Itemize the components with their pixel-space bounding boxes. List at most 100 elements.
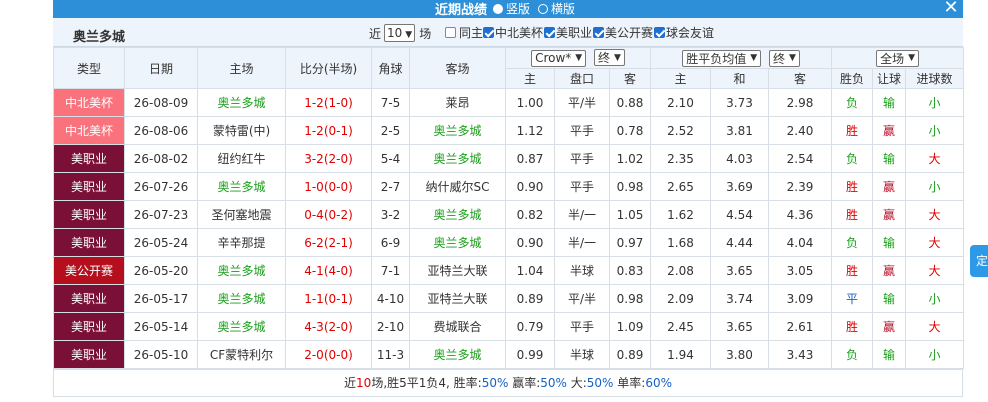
cell-o-away: 2.40 [768, 116, 833, 145]
checkbox-icon[interactable] [593, 27, 604, 38]
cell-type: 美职业 [53, 200, 125, 229]
cell-home[interactable]: 蒙特雷(中) [197, 116, 286, 145]
cell-result: 负 [831, 88, 874, 117]
cell-cover: 输 [872, 88, 907, 117]
chevron-down-icon: ▼ [405, 30, 413, 40]
cell-away[interactable]: 费城联合 [409, 312, 506, 341]
checkbox-league-zhongbei[interactable]: 中北美杯 [483, 24, 543, 41]
table-row[interactable]: 美职业 26-05-24 辛辛那提 6-2(2-1) 6-9 奥兰多城 0.90 半/一 0.9… [53, 228, 965, 257]
col-corner: 角球 [371, 47, 410, 89]
odds-type-select[interactable]: 胜平负均值 ▼ [682, 49, 762, 67]
checkbox-league-meigong[interactable]: 美公开赛 [593, 24, 653, 41]
col-type: 类型 [53, 47, 125, 89]
table-row[interactable]: 美职业 26-05-10 CF蒙特利尔 2-0(0-0) 11-3 奥兰多城 0.99 半球 0… [53, 340, 965, 369]
table-row[interactable]: 美职业 26-08-02 纽约红牛 3-2(2-0) 5-4 奥兰多城 0.87 平手 1.02… [53, 144, 965, 173]
col-h-line: 盘口 [554, 68, 610, 89]
summary-text: 大: [566, 376, 587, 390]
radio-icon[interactable] [493, 3, 503, 14]
checkbox-same-host[interactable]: 同主 [445, 24, 483, 41]
cell-date: 26-08-09 [124, 88, 198, 117]
chevron-down-icon: ▼ [575, 53, 583, 64]
cell-o-away: 4.04 [768, 228, 833, 257]
summary-odd-rate: 60% [645, 376, 672, 390]
cell-o-away: 3.43 [768, 340, 833, 369]
cell-home[interactable]: 奥兰多城 [197, 256, 286, 285]
table-row[interactable]: 美公开赛 26-05-20 奥兰多城 4-1(4-0) 7-1 亚特兰大联 1.04 半球 0.… [53, 256, 965, 285]
cell-corner: 3-2 [371, 200, 410, 229]
cell-o-home: 2.10 [650, 88, 712, 117]
cell-away[interactable]: 亚特兰大联 [409, 256, 506, 285]
cell-o-away: 3.09 [768, 284, 833, 313]
cell-home[interactable]: 奥兰多城 [197, 284, 286, 313]
scope-select[interactable]: 全场 ▼ [876, 49, 920, 67]
cell-away[interactable]: 亚特兰大联 [409, 284, 506, 313]
odds-type-value: 胜平负均值 [686, 51, 747, 66]
cell-goals: 大 [905, 200, 965, 229]
cell-result: 负 [831, 228, 874, 257]
checkbox-label: 美职业 [556, 26, 593, 40]
cell-away[interactable]: 莱昂 [409, 88, 506, 117]
cell-away[interactable]: 纳什威尔SC [409, 172, 506, 201]
cell-result: 胜 [831, 200, 874, 229]
cell-home[interactable]: 奥兰多城 [197, 88, 286, 117]
cell-o-home: 1.62 [650, 200, 712, 229]
checkbox-icon[interactable] [544, 27, 555, 38]
cell-away[interactable]: 奥兰多城 [409, 228, 506, 257]
checkbox-league-meizhi[interactable]: 美职业 [544, 24, 592, 41]
cell-away[interactable]: 奥兰多城 [409, 200, 506, 229]
cell-date: 26-05-10 [124, 340, 198, 369]
side-tab[interactable]: 定 [970, 245, 988, 277]
table-row[interactable]: 中北美杯 26-08-06 蒙特雷(中) 1-2(0-1) 2-5 奥兰多城 1.12 平手 0… [53, 116, 965, 145]
table-row[interactable]: 美职业 26-05-14 奥兰多城 4-3(2-0) 2-10 费城联合 0.79 平手 1.0… [53, 312, 965, 341]
cell-h-home: 1.04 [505, 256, 555, 285]
checkbox-icon[interactable] [483, 27, 494, 38]
chevron-down-icon: ▼ [908, 53, 916, 63]
cell-h-away: 1.05 [608, 200, 652, 229]
cell-home[interactable]: 圣何塞地震 [197, 200, 286, 229]
cell-result: 胜 [831, 256, 874, 285]
cell-home[interactable]: 奥兰多城 [197, 312, 286, 341]
cell-home[interactable]: CF蒙特利尔 [197, 340, 286, 369]
view-option-horizontal[interactable]: 横版 [538, 0, 575, 17]
table-row[interactable]: 美职业 26-07-23 圣何塞地震 0-4(0-2) 3-2 奥兰多城 0.82 半/一 1.… [53, 200, 965, 229]
cell-home[interactable]: 奥兰多城 [197, 172, 286, 201]
cell-date: 26-05-14 [124, 312, 198, 341]
checkbox-icon[interactable] [654, 27, 665, 38]
cell-o-draw: 3.74 [710, 284, 770, 313]
cell-goals: 大 [905, 144, 965, 173]
recent-count-select[interactable]: 10 ▼ [384, 24, 416, 42]
cell-score: 1-0(0-0) [285, 172, 372, 201]
results-body: 中北美杯 26-08-09 奥兰多城 1-2(1-0) 7-5 莱昂 1.00 平/半 0.88… [53, 88, 965, 369]
close-icon[interactable]: ✕ [939, 0, 963, 19]
checkbox-icon[interactable] [445, 27, 456, 38]
cell-score: 2-0(0-0) [285, 340, 372, 369]
cell-home[interactable]: 纽约红牛 [197, 144, 286, 173]
cell-o-away: 2.54 [768, 144, 833, 173]
cell-o-draw: 3.69 [710, 172, 770, 201]
checkbox-club-friendly[interactable]: 球会友谊 [654, 24, 714, 41]
radio-icon[interactable] [538, 3, 548, 14]
scope-header: 全场 ▼ [831, 47, 965, 69]
summary-over-rate: 50% [586, 376, 614, 390]
cell-goals: 大 [905, 256, 965, 285]
cell-away[interactable]: 奥兰多城 [409, 144, 506, 173]
summary-prefix: 近 [344, 376, 357, 390]
table-row[interactable]: 美职业 26-07-26 奥兰多城 1-0(0-0) 2-7 纳什威尔SC 0.90 平手 0.… [53, 172, 965, 201]
cell-o-draw: 3.81 [710, 116, 770, 145]
header-row: 类型 日期 主场 比分(半场) 角球 客场 Crow* ▼ 终 ▼ 胜平负均值 ▼ 终… [53, 47, 965, 89]
odds-stage-select[interactable]: 终 ▼ [768, 49, 800, 67]
cell-type: 美职业 [53, 144, 125, 173]
cell-o-draw: 3.65 [710, 256, 770, 285]
cell-away[interactable]: 奥兰多城 [409, 116, 506, 145]
table-row[interactable]: 美职业 26-05-17 奥兰多城 1-1(0-1) 4-10 亚特兰大联 0.89 平/半 0… [53, 284, 965, 313]
cell-away[interactable]: 奥兰多城 [409, 340, 506, 369]
handicap-stage-select[interactable]: 终 ▼ [594, 49, 625, 67]
company-select[interactable]: Crow* ▼ [531, 49, 587, 67]
cell-score: 6-2(2-1) [285, 228, 372, 257]
cell-home[interactable]: 辛辛那提 [197, 228, 286, 257]
col-o-home: 主 [650, 68, 712, 89]
cell-o-home: 2.08 [650, 256, 712, 285]
cell-o-draw: 4.54 [710, 200, 770, 229]
view-option-vertical[interactable]: 竖版 [493, 0, 530, 17]
table-row[interactable]: 中北美杯 26-08-09 奥兰多城 1-2(1-0) 7-5 莱昂 1.00 平/半 0.88… [53, 88, 965, 117]
